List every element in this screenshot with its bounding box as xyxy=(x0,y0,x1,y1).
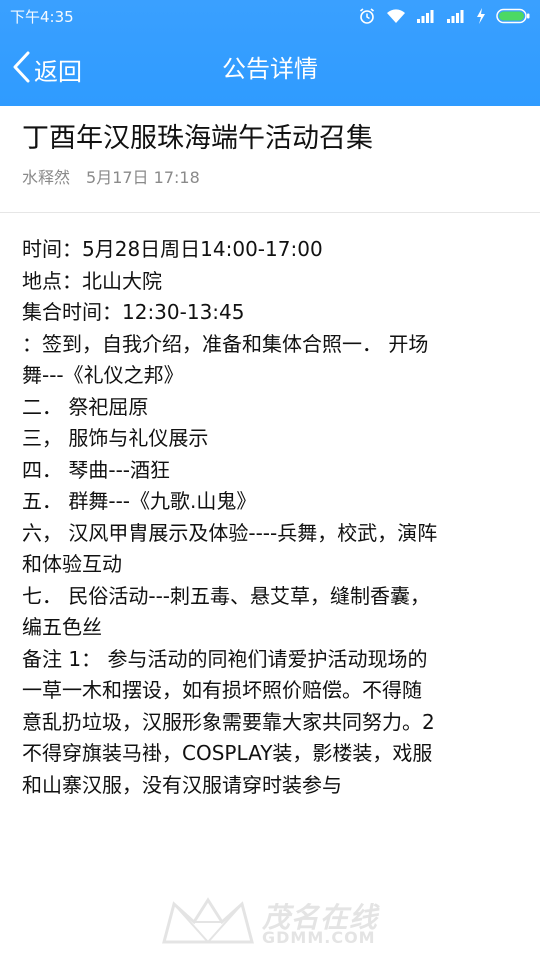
content-line: 三， 服饰与礼仪展示 xyxy=(22,426,209,450)
post-author: 水释然 xyxy=(22,168,71,187)
watermark-domain: GDMM.COM xyxy=(262,928,376,947)
content-line: 二． 祭祀屈原 xyxy=(22,394,149,419)
top-bar: 下午4:35 返回 公告详情 xyxy=(0,0,540,106)
post-title: 丁酉年汉服珠海端午活动召集 xyxy=(22,123,373,154)
content-line: 四． 琴曲---酒狂 xyxy=(22,457,171,482)
content-line: 和体验互动 xyxy=(22,552,122,576)
content-line: 舞---《礼仪之邦》 xyxy=(22,363,184,387)
signal-icon xyxy=(446,8,466,24)
signal-icon xyxy=(416,8,436,24)
content-line: 备注 1： 参与活动的同袍们请爱护活动现场的 xyxy=(22,646,428,671)
watermark-logo-icon xyxy=(160,892,256,952)
charging-icon xyxy=(476,8,486,24)
content-line: 编五色丝 xyxy=(22,615,102,639)
status-icons xyxy=(358,7,530,25)
alarm-icon xyxy=(358,7,376,25)
content-line: 不得穿旗装马褂，COSPLAY装，影楼装，戏服 xyxy=(22,741,433,765)
wifi-icon xyxy=(386,8,406,24)
page-title: 公告详情 xyxy=(222,55,318,83)
content-line: 七． 民俗活动---刺五毒、悬艾草，缝制香囊， xyxy=(22,583,431,608)
status-time: 下午4:35 xyxy=(10,7,74,26)
status-bar: 下午4:35 xyxy=(0,0,540,32)
content-line: 一草一木和摆设，如有损坏照价赔偿。不得随 xyxy=(22,678,422,702)
content-line: 意乱扔垃圾，汉服形象需要靠大家共同努力。2 xyxy=(22,709,435,734)
content-line: 集合时间：12:30-13:45 xyxy=(22,300,245,324)
post-meta: 水释然 5月17日 17:18 xyxy=(22,164,200,188)
content-line: 和山寨汉服，没有汉服请穿时装参与 xyxy=(22,772,342,797)
content-line: 时间：5月28日周日14:00-17:00 xyxy=(22,237,323,261)
content-line: ：签到，自我介绍，准备和集体合照一． 开场 xyxy=(22,331,429,356)
content-line: 五． 群舞---《九歌.山鬼》 xyxy=(22,489,257,513)
content-line: 六， 汉风甲胄展示及体验----兵舞，校武，演阵 xyxy=(22,520,438,545)
post-time: 5月17日 17:18 xyxy=(86,168,200,187)
watermark: 茂名在线 GDMM.COM xyxy=(160,890,400,950)
post-content: 时间：5月28日周日14:00-17:00 地点：北山大院 集合时间：12:30… xyxy=(22,234,522,801)
battery-icon xyxy=(496,8,530,24)
nav-bar: 返回 公告详情 xyxy=(0,32,540,106)
post-header: 丁酉年汉服珠海端午活动召集 水释然 5月17日 17:18 xyxy=(0,106,540,213)
content-line: 地点：北山大院 xyxy=(22,268,162,293)
